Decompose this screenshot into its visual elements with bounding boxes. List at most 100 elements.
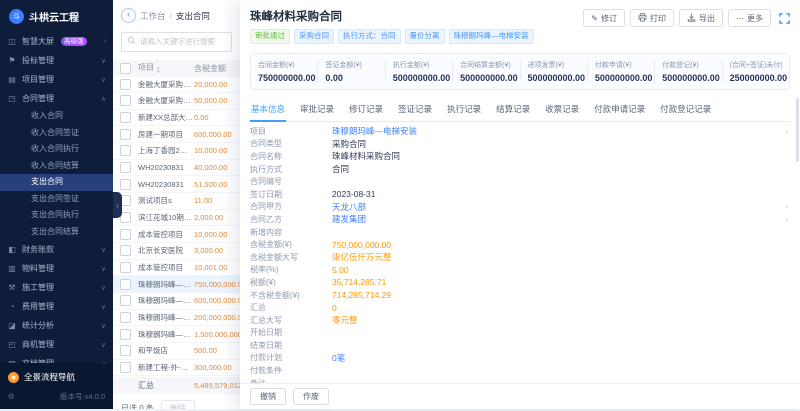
field-value[interactable]: 0笔 — [332, 352, 345, 364]
sidebar-item-process-navigator[interactable]: ◉ 全景流程导航 — [0, 366, 113, 388]
row-checkbox[interactable] — [120, 329, 131, 340]
field-value[interactable]: 珠穆朗玛峰—电梯安装 — [332, 125, 417, 137]
detail-form: 项目珠穆朗玛峰—电梯安装›合同类型采购合同合同名称珠峰材料采购合同执行方式合同合… — [250, 125, 790, 389]
select-all-checkbox[interactable] — [120, 63, 131, 74]
table-row[interactable]: 金融大厦采购项目20,000.00 — [113, 77, 240, 94]
row-checkbox[interactable] — [120, 245, 131, 256]
sidebar-subitem-0[interactable]: 收入合同 — [0, 108, 113, 125]
column-header-amount[interactable]: 含税金额 — [194, 63, 240, 74]
table-row[interactable]: 珠穆朗玛峰—电梯安装600,000,000.00 — [113, 293, 240, 310]
void-button[interactable]: 作废 — [293, 388, 329, 405]
row-project-name: 珠穆朗玛峰—电梯安装 — [138, 329, 194, 340]
table-row[interactable]: 测试项目s11.00 — [113, 193, 240, 210]
field-value: 零元整 — [332, 314, 358, 326]
tab-3[interactable]: 签证记录 — [397, 99, 433, 121]
sidebar-subitem-6[interactable]: 支出合同执行 — [0, 207, 113, 224]
back-button[interactable]: ‹ — [121, 8, 136, 23]
tab-6[interactable]: 收票记录 — [544, 99, 580, 121]
field-label: 项目 — [250, 126, 332, 137]
row-checkbox[interactable] — [120, 229, 131, 240]
row-checkbox[interactable] — [120, 112, 131, 123]
tab-7[interactable]: 付款申请记录 — [593, 99, 646, 121]
table-row[interactable]: 成本管控项目10,001.00 — [113, 260, 240, 277]
sidebar-item-2[interactable]: ▤项目管理∨ — [0, 70, 113, 89]
row-checkbox[interactable] — [120, 95, 131, 106]
stat-value: 750000000.00 — [258, 73, 310, 83]
sidebar-item-b3[interactable]: ◔费用管理∨ — [0, 297, 113, 316]
sidebar-subitem-2[interactable]: 收入合同执行 — [0, 141, 113, 158]
tab-0[interactable]: 基本信息 — [250, 99, 286, 122]
table-row[interactable]: 珠穆朗玛峰—电梯安装1,500,000,000.00 — [113, 326, 240, 343]
field-value[interactable]: 天龙八部 — [332, 201, 366, 213]
row-amount: 200,000,000.00 — [194, 313, 240, 322]
row-checkbox[interactable] — [120, 179, 131, 190]
sidebar-item-1[interactable]: ⚑投标管理∨ — [0, 51, 113, 70]
chevron-icon: ∨ — [101, 303, 106, 311]
row-checkbox[interactable] — [120, 279, 131, 290]
table-row[interactable]: 金融大厦采购项目50,000.00 — [113, 93, 240, 110]
row-checkbox[interactable] — [120, 345, 131, 356]
sidebar-item-3[interactable]: ◳合同管理∧ — [0, 89, 113, 108]
breadcrumb-root[interactable]: 工作台 — [140, 10, 166, 22]
row-amount: 10,000.00 — [194, 146, 240, 155]
sidebar-item-b1[interactable]: ▥物料管理∨ — [0, 259, 113, 278]
table-row[interactable]: 新建XX总部大厦工程0.00 — [113, 110, 240, 127]
revoke-button[interactable]: 撤销 — [250, 388, 286, 405]
table-row[interactable]: 成本管控项目10,000.00 — [113, 226, 240, 243]
tab-5[interactable]: 结算记录 — [495, 99, 531, 121]
field-label: 付款条件 — [250, 365, 332, 376]
column-header-project[interactable]: 项目▲▼ — [138, 62, 194, 74]
sidebar-subitem-1[interactable]: 收入合同签证 — [0, 125, 113, 142]
row-checkbox[interactable] — [120, 295, 131, 306]
sidebar-item-b0[interactable]: ◧财务账款∨ — [0, 240, 113, 259]
row-checkbox[interactable] — [120, 162, 131, 173]
tab-1[interactable]: 审批记录 — [299, 99, 335, 121]
row-checkbox[interactable] — [120, 362, 131, 373]
settings-gear-icon[interactable]: ⚙ — [8, 392, 15, 401]
row-checkbox[interactable] — [120, 79, 131, 90]
sort-icon[interactable]: ▲▼ — [156, 66, 160, 74]
field-value[interactable]: 建发集团 — [332, 213, 366, 225]
row-checkbox[interactable] — [120, 145, 131, 156]
row-checkbox[interactable] — [120, 312, 131, 323]
chevron-right-icon[interactable]: › — [785, 215, 788, 224]
table-row[interactable]: 和平饭店500.00 — [113, 343, 240, 360]
sidebar-collapse-handle[interactable]: ‹ — [113, 192, 122, 218]
table-row[interactable]: 珠穆朗玛峰—电梯安装750,000,000.00 — [113, 276, 240, 293]
sidebar-subitem-7[interactable]: 支出合同结算 — [0, 224, 113, 241]
form-row: 不含税金额(¥)714,285,714.29 — [250, 289, 790, 302]
tab-8[interactable]: 付款登记记录 — [659, 99, 712, 121]
table-row[interactable]: 北京长安医院3,000.00 — [113, 243, 240, 260]
sidebar-item-b2[interactable]: ⚒施工管理∨ — [0, 278, 113, 297]
export-button[interactable]: 导出 — [679, 9, 723, 27]
delete-button[interactable]: 删除 — [161, 400, 195, 410]
row-checkbox[interactable] — [120, 262, 131, 273]
row-checkbox[interactable] — [120, 129, 131, 140]
table-row[interactable]: 珠穆朗玛峰—电梯安装200,000,000.00 — [113, 310, 240, 327]
drawer-scrollbar[interactable] — [796, 98, 799, 162]
print-button[interactable]: 打印 — [630, 9, 674, 27]
tab-4[interactable]: 执行记录 — [446, 99, 482, 121]
sidebar-subitem-5[interactable]: 支出合同签证 — [0, 191, 113, 208]
version-label: 版本号:v4.0.0 — [60, 391, 105, 402]
stats-icon: ◪ — [7, 321, 17, 330]
table-row[interactable]: WH2023083140,000.00 — [113, 160, 240, 177]
table-row[interactable]: 滨江花城10期项目-12,000.00 — [113, 210, 240, 227]
chevron-right-icon[interactable]: › — [785, 202, 788, 211]
table-row[interactable]: 房建一期项目600,000.00 — [113, 126, 240, 143]
fullscreen-icon[interactable] — [779, 13, 790, 24]
table-row[interactable]: 新建工程-外-测试300,000.00 — [113, 360, 240, 377]
tab-2[interactable]: 修订记录 — [348, 99, 384, 121]
table-row[interactable]: WH2023083151,500.00 — [113, 176, 240, 193]
search-input[interactable] — [121, 32, 232, 52]
sidebar-item-b5[interactable]: ◰商机管理∨ — [0, 335, 113, 354]
sidebar-subitem-4[interactable]: 支出合同 — [0, 174, 113, 191]
sidebar-subitem-3[interactable]: 收入合同结算 — [0, 158, 113, 175]
row-amount: 500.00 — [194, 346, 240, 355]
more-button[interactable]: ⋯更多 — [728, 9, 771, 27]
sidebar-item-0[interactable]: ◫智慧大屏高级版› — [0, 32, 113, 51]
table-row[interactable]: 上海丁香园2期改造项目10,000.00 — [113, 143, 240, 160]
sidebar-item-b4[interactable]: ◪统计分析∨ — [0, 316, 113, 335]
revise-button[interactable]: ✎修订 — [583, 9, 625, 27]
chevron-right-icon[interactable]: › — [785, 127, 788, 136]
